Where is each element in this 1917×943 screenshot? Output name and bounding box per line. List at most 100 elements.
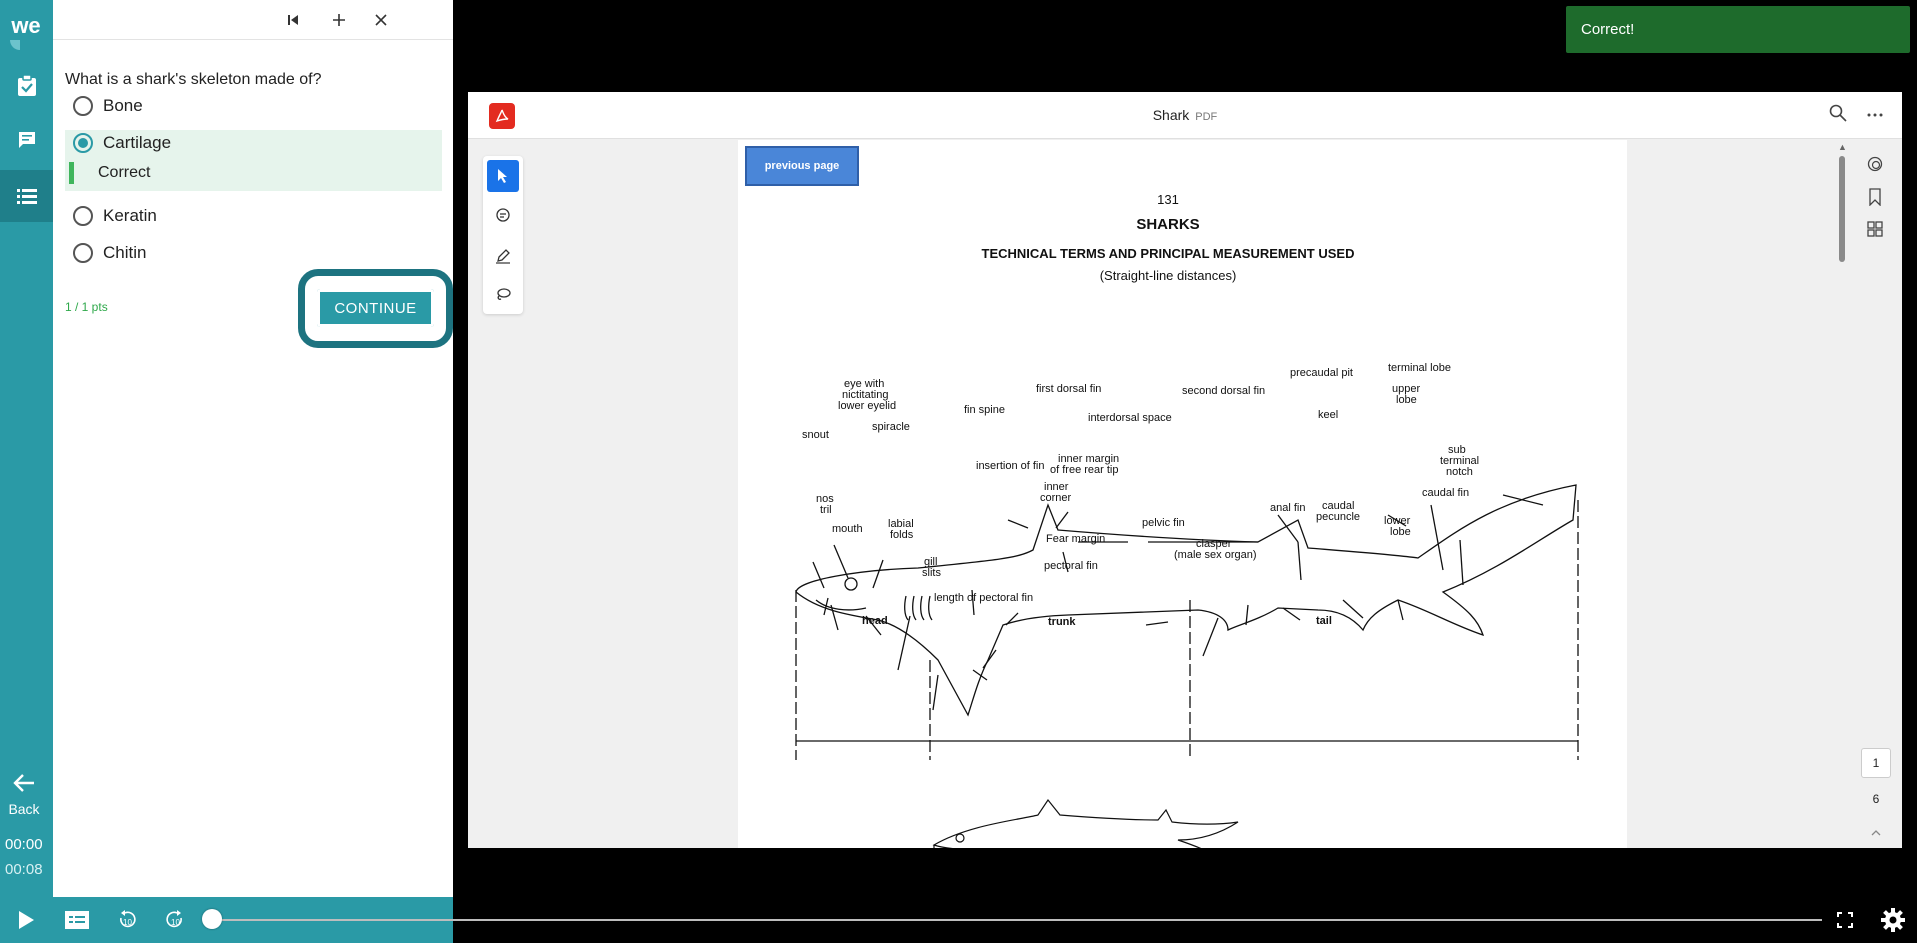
close-button[interactable] <box>369 8 393 32</box>
shark-anatomy-diagram: eye with nictitating lower eyelid snout … <box>795 362 1579 848</box>
svg-text:head: head <box>862 615 888 627</box>
radio-button-selected[interactable] <box>73 133 93 153</box>
success-toast: Correct! <box>1566 6 1910 53</box>
settings-button[interactable] <box>1878 905 1908 935</box>
document-type-tag: PDF <box>1195 111 1218 123</box>
transcript-icon <box>65 911 89 929</box>
skip-first-icon <box>288 15 298 25</box>
bookmarks-button[interactable] <box>1862 184 1888 210</box>
app-logo[interactable]: we <box>4 6 48 50</box>
svg-text:snout: snout <box>802 429 829 441</box>
svg-text:insertion of fin: insertion of fin <box>976 460 1044 472</box>
play-button[interactable] <box>11 905 41 935</box>
svg-text:pectoral fin: pectoral fin <box>1044 560 1098 572</box>
transcript-button[interactable] <box>62 905 92 935</box>
page-up-button[interactable] <box>1861 825 1891 839</box>
fullscreen-icon <box>1837 912 1853 928</box>
lasso-tool[interactable] <box>487 278 519 310</box>
outline-button[interactable] <box>0 170 63 222</box>
bookmark-icon <box>1869 188 1881 206</box>
svg-text:corner: corner <box>1040 492 1072 504</box>
answer-label: Keratin <box>103 206 157 225</box>
app-logo-text: we <box>11 13 41 38</box>
thumbnails-button[interactable] <box>1862 216 1888 242</box>
add-button[interactable] <box>327 8 351 32</box>
pdf-page: previous page 131 SHARKS TECHNICAL TERMS… <box>738 140 1627 848</box>
document-title: Shark PDF <box>468 107 1902 123</box>
search-icon <box>1829 104 1847 122</box>
more-horizontal-icon <box>1867 113 1883 117</box>
answer-label: Chitin <box>103 243 147 262</box>
fullscreen-button[interactable] <box>1830 905 1860 935</box>
forward-10-button[interactable]: 10 <box>160 905 190 935</box>
svg-text:interdorsal space: interdorsal space <box>1088 412 1172 424</box>
quiz-panel: What is a shark's skeleton made of? Corr… <box>53 0 453 897</box>
clipboard-check-icon <box>17 75 36 96</box>
annotation-toolbar <box>483 156 523 314</box>
pen-icon <box>496 249 510 264</box>
answer-option[interactable]: Keratin <box>65 201 441 231</box>
svg-text:tail: tail <box>1316 615 1332 627</box>
svg-text:folds: folds <box>890 529 914 541</box>
first-button[interactable] <box>281 8 305 32</box>
vertical-scrollbar[interactable]: ▲ <box>1838 142 1847 842</box>
continue-button[interactable]: CONTINUE <box>317 289 434 327</box>
answer-option[interactable]: Bone <box>65 91 441 121</box>
progress-track[interactable] <box>212 919 1822 921</box>
list-icon <box>16 189 37 204</box>
svg-text:Fear margin: Fear margin <box>1046 533 1105 545</box>
lasso-icon <box>497 288 511 300</box>
svg-text:10: 10 <box>171 918 180 927</box>
draw-tool[interactable] <box>487 240 519 272</box>
more-options-button[interactable] <box>1866 102 1884 123</box>
search-button[interactable] <box>1829 104 1847 127</box>
back-button[interactable]: Back <box>0 772 48 817</box>
svg-text:trunk: trunk <box>1048 616 1076 628</box>
svg-text:mouth: mouth <box>832 523 863 535</box>
page-subheading: TECHNICAL TERMS AND PRINCIPAL MEASUREMEN… <box>981 246 1355 261</box>
radio-button[interactable] <box>73 243 93 263</box>
answer-feedback: Correct <box>69 162 150 184</box>
comments-panel-button[interactable] <box>1862 152 1888 178</box>
chat-button[interactable] <box>0 114 53 166</box>
answer-option[interactable]: Chitin <box>65 238 441 268</box>
elapsed-time: 00:00 <box>5 836 43 853</box>
previous-page-button[interactable]: previous page <box>745 146 859 186</box>
svg-text:tril: tril <box>820 504 832 516</box>
svg-text:of free rear tip: of free rear tip <box>1050 464 1118 476</box>
scroll-up-arrow-icon[interactable]: ▲ <box>1838 142 1847 152</box>
radio-button[interactable] <box>73 96 93 116</box>
svg-text:spiracle: spiracle <box>872 421 910 433</box>
radio-button[interactable] <box>73 206 93 226</box>
svg-text:precaudal pit: precaudal pit <box>1290 367 1353 379</box>
cursor-icon <box>498 169 507 183</box>
answer-option-selected[interactable]: Cartilage <box>65 128 441 158</box>
svg-text:first dorsal fin: first dorsal fin <box>1036 383 1101 395</box>
current-page-indicator[interactable]: 1 <box>1861 748 1891 778</box>
document-name: Shark <box>1152 107 1190 123</box>
assignment-button[interactable] <box>0 60 53 112</box>
back-label: Back <box>8 801 40 817</box>
quiz-header <box>53 0 453 40</box>
svg-text:lobe: lobe <box>1396 394 1417 406</box>
grid-icon <box>1867 221 1883 237</box>
svg-text:pecuncle: pecuncle <box>1316 511 1360 523</box>
chevron-up-icon <box>1871 830 1881 836</box>
page-number-text: 131 <box>1157 192 1179 207</box>
svg-text:(male sex organ): (male sex organ) <box>1174 549 1257 561</box>
total-duration: 00:08 <box>5 861 43 878</box>
left-rail: we Back 00:00 00:08 <box>0 0 63 943</box>
svg-text:fin spine: fin spine <box>964 404 1005 416</box>
comment-tool[interactable] <box>487 200 519 232</box>
svg-text:lower eyelid: lower eyelid <box>838 400 896 412</box>
rewind-10-button[interactable]: 10 <box>112 905 142 935</box>
total-pages: 6 <box>1872 792 1880 806</box>
svg-text:terminal lobe: terminal lobe <box>1388 362 1451 374</box>
chat-icon <box>18 132 35 148</box>
logo-bubble <box>10 40 20 50</box>
svg-text:lobe: lobe <box>1390 526 1411 538</box>
progress-handle[interactable] <box>202 909 222 929</box>
svg-text:second dorsal fin: second dorsal fin <box>1182 385 1265 397</box>
scroll-thumb[interactable] <box>1839 156 1845 262</box>
select-tool[interactable] <box>487 160 519 192</box>
